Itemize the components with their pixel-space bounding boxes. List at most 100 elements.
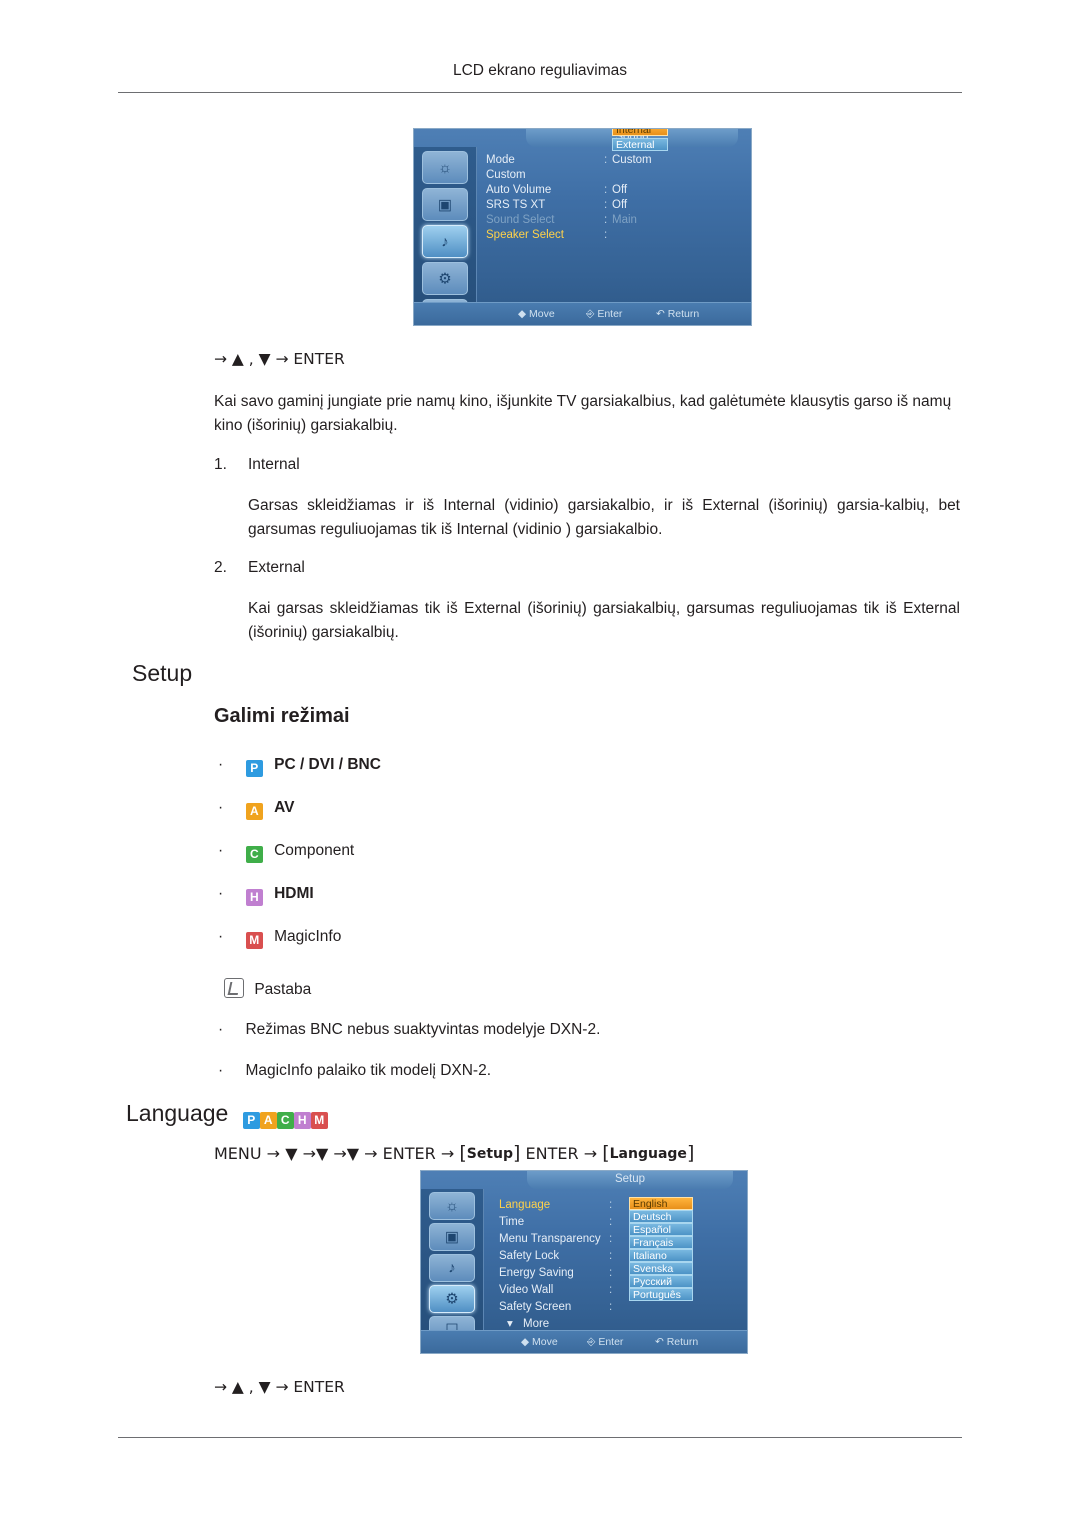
menu-row-language[interactable]: Language :: [499, 1197, 743, 1214]
list-number-1: 1.: [214, 456, 227, 473]
badge-h: H: [245, 889, 263, 906]
badge-a: A: [259, 1112, 277, 1129]
menu-row[interactable]: Sound Select : Main: [486, 213, 747, 228]
language-option-italiano[interactable]: Italiano: [629, 1249, 693, 1262]
menu-row-label: Auto Volume: [486, 184, 552, 196]
display-icon[interactable]: ▣: [422, 188, 468, 221]
footer-rule: [118, 1437, 962, 1438]
menu-row[interactable]: Custom: [486, 168, 747, 183]
language-option-portugues[interactable]: Português: [629, 1288, 693, 1301]
badge-a: A: [245, 803, 263, 820]
heading-setup: Setup: [132, 660, 193, 686]
heading-galimi-rezimai: Galimi režimai: [214, 705, 350, 727]
menu-row-value: Off: [612, 184, 628, 196]
badge-m: M: [310, 1112, 328, 1129]
document-page: LCD ekrano reguliavimas Sound ☼ ▣ ♪ ⚙ ☐ …: [0, 0, 1080, 1527]
chip-external[interactable]: External: [612, 138, 668, 151]
menu-row[interactable]: Menu Transparency :: [499, 1231, 743, 1248]
heading-language: Language PACHM: [126, 1100, 328, 1129]
return-hint: ↶ Return: [656, 308, 700, 320]
list-title-external: External: [248, 559, 305, 576]
language-option-english[interactable]: English: [629, 1197, 693, 1210]
menu-row-label: Video Wall: [499, 1284, 554, 1296]
note-item-2: · MagicInfo palaiko tik modelį DXN-2.: [218, 1062, 492, 1079]
badge-p: P: [242, 1112, 260, 1129]
badge-p: P: [245, 760, 263, 777]
mode-item-av: · A AV: [218, 799, 295, 820]
menu-row-value: Off: [612, 199, 628, 211]
note-text: MagicInfo palaiko tik modelį DXN-2.: [245, 1062, 492, 1079]
menu-row-label: Mode: [486, 154, 515, 166]
menu-row[interactable]: Video Wall :: [499, 1282, 743, 1299]
paragraph-home-theater: Kai savo gaminį jungiate prie namų kino,…: [214, 393, 952, 434]
language-option-deutsch[interactable]: Deutsch: [629, 1210, 693, 1223]
language-option-list: English Deutsch Español Français Italian…: [629, 1197, 695, 1301]
osd-sound-menu: Mode : Custom Custom Auto Volume : Off S…: [486, 129, 747, 243]
setup-icon[interactable]: ⚙: [422, 262, 468, 295]
mode-item-magicinfo: · M MagicInfo: [218, 928, 342, 949]
mode-label: MagicInfo: [274, 928, 342, 945]
badge-m: M: [245, 932, 263, 949]
menu-path-arrows: ▼ →▼ →▼ →: [285, 1144, 378, 1163]
picture-icon[interactable]: ☼: [422, 151, 468, 184]
display-icon[interactable]: ▣: [429, 1223, 475, 1251]
menu-row[interactable]: Auto Volume : Off: [486, 183, 747, 198]
move-hint: ◆ Move: [521, 1336, 558, 1348]
menu-row-label: Energy Saving: [499, 1267, 574, 1279]
note-label: Pastaba: [254, 981, 312, 998]
osd-setup-iconbar: ☼ ▣ ♪ ⚙ ☐: [421, 1189, 484, 1344]
menu-row-speaker-select[interactable]: Speaker Select :: [486, 228, 747, 243]
mode-item-pc: · P PC / DVI / BNC: [218, 756, 381, 777]
osd-sound-footer: ◆ Move ⎆ Enter ↶ Return: [414, 302, 751, 325]
list-number-2: 2.: [214, 559, 227, 576]
menu-row-label: Sound Select: [486, 214, 555, 226]
badge-h: H: [293, 1112, 311, 1129]
language-option-svenska[interactable]: Svenska: [629, 1262, 693, 1275]
language-option-espanol[interactable]: Español: [629, 1223, 693, 1236]
picture-icon[interactable]: ☼: [429, 1192, 475, 1220]
enter-hint: ⎆ Enter: [586, 308, 623, 320]
menu-row-label: SRS TS XT: [486, 199, 546, 211]
running-header: LCD ekrano reguliavimas: [452, 62, 628, 79]
chip-internal[interactable]: Internal: [612, 129, 668, 136]
move-hint: ◆ Move: [518, 308, 555, 320]
menu-row-label: Custom: [486, 169, 526, 181]
language-option-francais[interactable]: Français: [629, 1236, 693, 1249]
menu-path: MENU → ▼ →▼ →▼ → ENTER → [Setup] ENTER →…: [214, 1142, 695, 1164]
menu-path-prefix: MENU →: [214, 1144, 281, 1163]
menu-row-label: Speaker Select: [486, 229, 564, 241]
header-rule: [118, 92, 962, 93]
paragraph-internal: Garsas skleidžiamas ir iš Internal (vidi…: [248, 497, 960, 538]
menu-row[interactable]: Mode : Custom: [486, 153, 747, 168]
osd-setup-title: Setup: [527, 1171, 733, 1189]
menu-row-label: Menu Transparency: [499, 1233, 601, 1245]
menu-row-label: Time: [499, 1216, 525, 1228]
note-item-1: · Režimas BNC nebus suaktyvintas modelyj…: [218, 1021, 601, 1038]
menu-row[interactable]: SRS TS XT : Off: [486, 198, 747, 213]
language-option-russian[interactable]: Русский: [629, 1275, 693, 1288]
note-block-header: Pastaba: [224, 978, 311, 1001]
menu-row-value: Main: [612, 214, 637, 226]
badge-c: C: [276, 1112, 294, 1129]
heading-language-text: Language: [126, 1100, 229, 1126]
menu-row-label: Safety Lock: [499, 1250, 560, 1262]
mode-label: HDMI: [274, 885, 314, 902]
osd-setup-footer: ◆ Move ⎆ Enter ↶ Return: [421, 1330, 747, 1353]
mode-label: AV: [274, 799, 295, 816]
nav-hint-sound: → ▲ , ▼ → ENTER: [214, 350, 345, 368]
menu-row-label: Language: [499, 1199, 551, 1211]
sound-icon[interactable]: ♪: [429, 1254, 475, 1282]
sound-icon[interactable]: ♪: [422, 225, 468, 258]
menu-row[interactable]: Time :: [499, 1214, 743, 1231]
menu-row[interactable]: Safety Lock :: [499, 1248, 743, 1265]
list-title-internal: Internal: [248, 456, 300, 473]
menu-row[interactable]: Energy Saving :: [499, 1265, 743, 1282]
menu-row[interactable]: Safety Screen :: [499, 1299, 743, 1316]
menu-row-label: Safety Screen: [499, 1301, 572, 1313]
osd-sound-panel: Sound ☼ ▣ ♪ ⚙ ☐ Mode : Custom Custom Aut…: [413, 128, 752, 326]
note-text: Režimas BNC nebus suaktyvintas modelyje …: [245, 1021, 601, 1038]
menu-path-enter-1: ENTER →: [382, 1144, 455, 1163]
paragraph-external: Kai garsas skleidžiamas tik iš External …: [248, 600, 960, 641]
note-icon: [224, 978, 244, 998]
setup-icon[interactable]: ⚙: [429, 1285, 475, 1313]
